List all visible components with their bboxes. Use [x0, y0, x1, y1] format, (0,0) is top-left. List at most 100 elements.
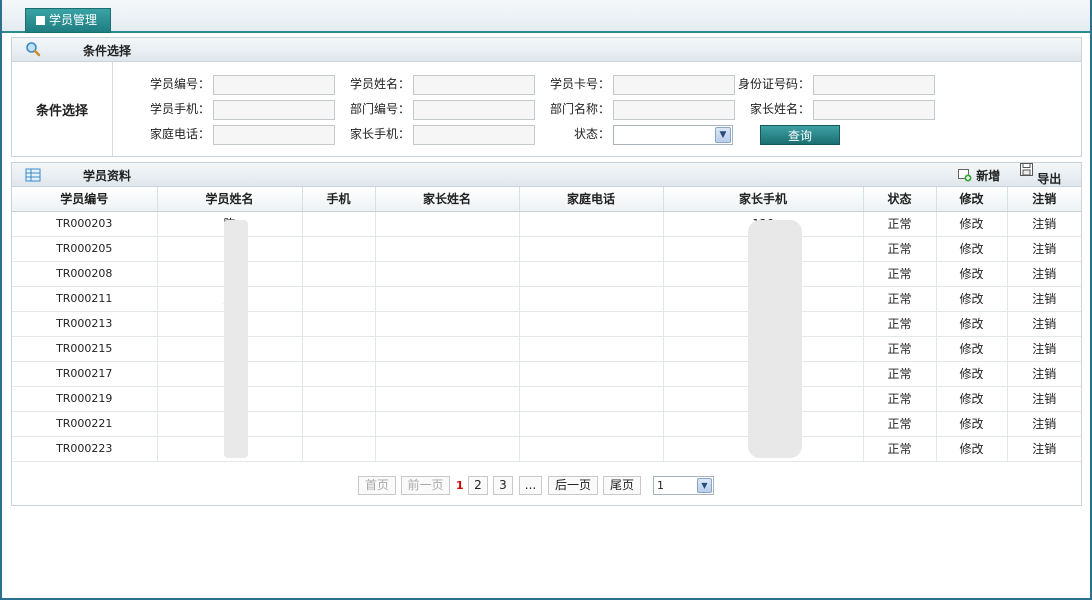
mobile-cell: [302, 211, 376, 237]
edit-link[interactable]: 修改: [936, 436, 1008, 462]
edit-link[interactable]: 修改: [936, 411, 1008, 437]
page-2-button[interactable]: 2: [468, 476, 488, 495]
query-button[interactable]: 查询: [760, 125, 840, 145]
edit-link[interactable]: 修改: [936, 386, 1008, 412]
cancel-link[interactable]: 注销: [1007, 411, 1081, 437]
status-cell: 正常: [863, 411, 937, 437]
data-panel-title: 学员资料: [83, 169, 132, 183]
status-cell: 正常: [863, 386, 937, 412]
table-icon: [25, 168, 41, 182]
edit-link[interactable]: 修改: [936, 236, 1008, 262]
dept-name-label: 部门名称：: [549, 102, 610, 116]
page-ellipsis-button[interactable]: ...: [519, 476, 542, 495]
table-row: TR000223詹135正常修改注销: [12, 436, 1081, 462]
tab-label: 学员管理: [49, 13, 98, 27]
cancel-link[interactable]: 注销: [1007, 261, 1081, 287]
edit-link[interactable]: 修改: [936, 261, 1008, 287]
add-button-label: 新增: [976, 169, 1001, 183]
home-phone-cell: [519, 261, 664, 287]
table-header-col-cancel: 注销: [1007, 187, 1081, 212]
student-id-cell: TR000211: [12, 286, 158, 312]
tab-student-management[interactable]: 学员管理: [25, 8, 111, 33]
home-phone-cell: [519, 361, 664, 387]
student-table: 学员编号学员姓名手机家长姓名家庭电话家长手机状态修改注销 TR000203陈13…: [12, 187, 1081, 462]
cancel-link[interactable]: 注销: [1007, 336, 1081, 362]
edit-link[interactable]: 修改: [936, 211, 1008, 237]
id-number-label: 身份证号码：: [737, 77, 810, 91]
edit-link[interactable]: 修改: [936, 336, 1008, 362]
parent-name-cell: [375, 436, 520, 462]
dept-id-input[interactable]: [413, 100, 535, 120]
chevron-down-icon: ▼: [697, 478, 712, 493]
table-header-row: 学员编号 学员姓名 手机 家长姓名 家庭电话 家长手机 状态 修改 注销: [12, 187, 1081, 212]
student-id-cell: TR000205: [12, 236, 158, 262]
home-phone-cell: [519, 286, 664, 312]
last-page-button[interactable]: 尾页: [603, 476, 641, 495]
id-number-input[interactable]: [813, 75, 935, 95]
cancel-link[interactable]: 注销: [1007, 386, 1081, 412]
first-page-button[interactable]: 首页: [358, 476, 396, 495]
parent-name-cell: [375, 261, 520, 287]
page-select-value: 1: [657, 479, 664, 492]
table-row: TR000205曾136正常修改注销: [12, 236, 1081, 262]
student-name-input[interactable]: [413, 75, 535, 95]
status-cell: 正常: [863, 261, 937, 287]
edit-link[interactable]: 修改: [936, 311, 1008, 337]
status-cell: 正常: [863, 236, 937, 262]
student-mobile-input[interactable]: [213, 100, 335, 120]
table-header-col-mobile: 手机: [302, 187, 376, 212]
search-panel-title: 条件选择: [83, 44, 132, 58]
add-button[interactable]: 新增: [958, 167, 1000, 184]
home-phone-cell: [519, 436, 664, 462]
redaction-block: [224, 220, 248, 458]
page-select[interactable]: 1 ▼: [653, 476, 714, 495]
mobile-cell: [302, 286, 376, 312]
status-select[interactable]: ▼: [613, 125, 733, 145]
student-id-cell: TR000215: [12, 336, 158, 362]
parent-name-input[interactable]: [813, 100, 935, 120]
parent-mobile-input[interactable]: [413, 125, 535, 145]
table-row: TR000211赵132正常修改注销: [12, 286, 1081, 312]
table-row: TR000208李134正常修改注销: [12, 261, 1081, 287]
mobile-cell: [302, 236, 376, 262]
home-phone-cell: [519, 386, 664, 412]
cancel-link[interactable]: 注销: [1007, 361, 1081, 387]
home-phone-cell: [519, 311, 664, 337]
status-cell: 正常: [863, 311, 937, 337]
next-page-button[interactable]: 后一页: [548, 476, 598, 495]
mobile-cell: [302, 261, 376, 287]
data-panel-header: 学员资料 新增 导出: [12, 163, 1081, 187]
cancel-link[interactable]: 注销: [1007, 286, 1081, 312]
cancel-link[interactable]: 注销: [1007, 311, 1081, 337]
redaction-block: [748, 220, 802, 458]
tab-bar: 学员管理: [0, 0, 1092, 33]
home-phone-input[interactable]: [213, 125, 335, 145]
student-id-cell: TR000223: [12, 436, 158, 462]
chevron-down-icon: ▼: [715, 127, 731, 143]
mobile-cell: [302, 336, 376, 362]
table-header-col-edit: 修改: [936, 187, 1008, 212]
export-button[interactable]: 导出: [1020, 163, 1062, 186]
export-button-label: 导出: [1037, 172, 1062, 186]
parent-name-cell: [375, 361, 520, 387]
status-cell: 正常: [863, 436, 937, 462]
condition-side-label: 条件选择: [12, 62, 113, 156]
status-cell: 正常: [863, 211, 937, 237]
edit-link[interactable]: 修改: [936, 361, 1008, 387]
student-card-input[interactable]: [613, 75, 735, 95]
mobile-cell: [302, 386, 376, 412]
student-id-cell: TR000221: [12, 411, 158, 437]
search-panel-header: 条件选择: [12, 38, 1081, 62]
student-id-input[interactable]: [213, 75, 335, 95]
page-3-button[interactable]: 3: [493, 476, 513, 495]
cancel-link[interactable]: 注销: [1007, 236, 1081, 262]
cancel-link[interactable]: 注销: [1007, 436, 1081, 462]
student-mobile-label: 学员手机：: [149, 102, 210, 116]
dept-name-input[interactable]: [613, 100, 735, 120]
cancel-link[interactable]: 注销: [1007, 211, 1081, 237]
student-id-cell: TR000208: [12, 261, 158, 287]
dept-id-label: 部门编号：: [349, 102, 410, 116]
edit-link[interactable]: 修改: [936, 286, 1008, 312]
prev-page-button[interactable]: 前一页: [401, 476, 450, 495]
status-cell: 正常: [863, 286, 937, 312]
